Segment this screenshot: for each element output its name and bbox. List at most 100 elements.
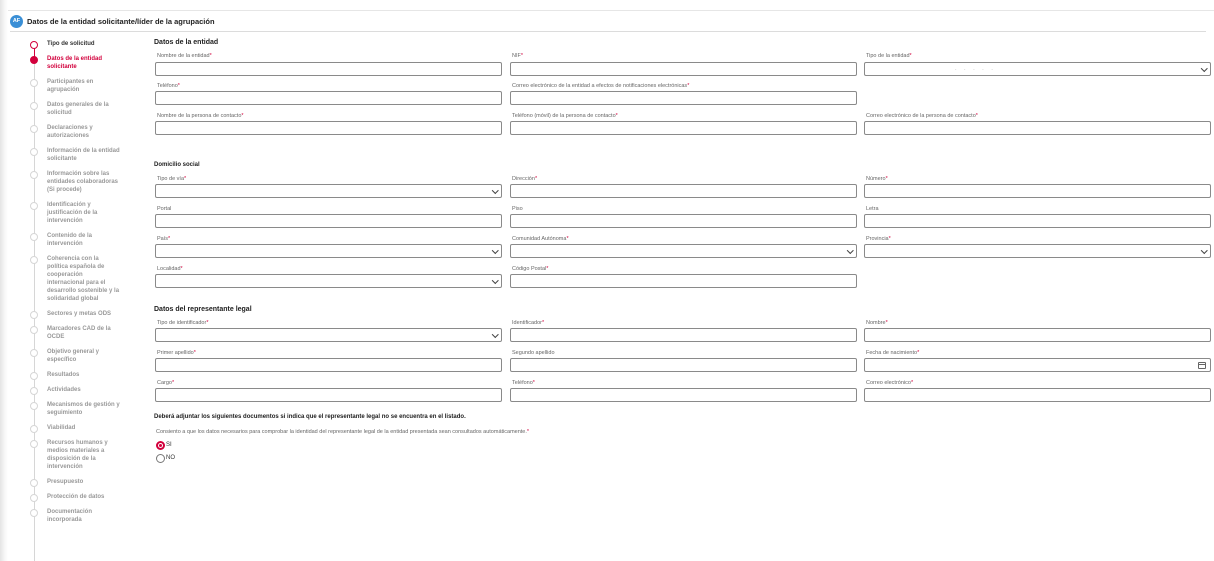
step-dot-icon: [30, 326, 38, 334]
step-dot-icon: [30, 233, 38, 241]
portal-input[interactable]: [155, 214, 502, 228]
numero-label: Número*: [866, 176, 888, 182]
stepper: Tipo de solicitud Datos de la entidad sol…: [30, 40, 120, 531]
nombre-entidad-input[interactable]: [155, 62, 502, 76]
step-dot-icon: [30, 41, 38, 49]
telefono-contacto-label: Teléfono (móvil) de la persona de contac…: [512, 113, 618, 119]
direccion-label: Dirección*: [512, 176, 538, 182]
step-item[interactable]: Presupuesto: [30, 478, 120, 487]
step-dot-icon: [30, 125, 38, 133]
step-label: Documentación incorporada: [47, 509, 93, 523]
consent-radio-no[interactable]: [156, 454, 165, 463]
tipo-identificador-select[interactable]: [155, 328, 502, 342]
identificador-input[interactable]: [510, 328, 857, 342]
step-item[interactable]: Identificación y justificación de la int…: [30, 201, 120, 225]
step-label: Objetivo general y específico: [47, 349, 100, 363]
telefono-label: Teléfono*: [157, 83, 180, 89]
nombre-input[interactable]: [864, 328, 1211, 342]
step-item[interactable]: Actividades: [30, 386, 120, 395]
step-dot-icon: [30, 402, 38, 410]
representante-section-title: Datos del representante legal: [154, 306, 252, 313]
nif-input[interactable]: [510, 62, 857, 76]
consent-text: Consiento a que los datos necesarios par…: [156, 429, 530, 435]
step-item[interactable]: Datos generales de la solicitud: [30, 101, 120, 117]
fecha-nacimiento-label: Fecha de nacimiento*: [866, 350, 920, 356]
codigo-postal-label: Código Postal*: [512, 266, 549, 272]
correo-contacto-input[interactable]: [864, 121, 1211, 135]
step-dot-icon: [30, 202, 38, 210]
step-item[interactable]: Información de la entidad solicitante: [30, 147, 120, 163]
step-item[interactable]: Resultados: [30, 371, 120, 380]
correo-representante-label: Correo electrónico*: [866, 380, 914, 386]
consent-radio-si[interactable]: [156, 441, 165, 450]
persona-contacto-label: Nombre de la persona de contacto*: [157, 113, 244, 119]
direccion-input[interactable]: [510, 184, 857, 198]
segundo-apellido-input[interactable]: [510, 358, 857, 372]
step-dot-icon: [30, 479, 38, 487]
step-item[interactable]: Tipo de solicitud: [30, 40, 120, 49]
telefono-representante-label: Teléfono*: [512, 380, 535, 386]
calendar-icon[interactable]: [1198, 362, 1206, 369]
left-shadow: [0, 0, 8, 561]
step-item[interactable]: Sectores y metas ODS: [30, 310, 120, 319]
step-item[interactable]: Recursos humanos y medios materiales a d…: [30, 439, 120, 471]
step-dot-icon: [30, 349, 38, 357]
comunidad-select[interactable]: [510, 244, 857, 258]
cargo-label: Cargo*: [157, 380, 175, 386]
letra-input[interactable]: [864, 214, 1211, 228]
step-dot-icon: [30, 79, 38, 87]
step-label: Sectores y metas ODS: [47, 311, 112, 317]
step-dot-icon: [30, 425, 38, 433]
segundo-apellido-label: Segundo apellido: [512, 350, 555, 356]
step-item[interactable]: Datos de la entidad solicitante: [30, 55, 120, 71]
section-badge: AF: [10, 14, 23, 28]
step-label: Recursos humanos y medios materiales a d…: [47, 440, 108, 470]
step-dot-icon: [30, 387, 38, 395]
step-item[interactable]: Viabilidad: [30, 424, 120, 433]
persona-contacto-input[interactable]: [155, 121, 502, 135]
localidad-select[interactable]: [155, 274, 502, 288]
correo-notificaciones-input[interactable]: [510, 91, 857, 105]
step-dot-icon: [30, 56, 38, 64]
step-label: Identificación y justificación de la int…: [47, 202, 98, 224]
step-dot-icon: [30, 494, 38, 502]
step-item[interactable]: Participantes en agrupación: [30, 78, 120, 94]
pais-label: País*: [157, 236, 171, 242]
correo-contacto-label: Correo electrónico de la persona de cont…: [866, 113, 978, 119]
provincia-select[interactable]: [864, 244, 1211, 258]
correo-representante-input[interactable]: [864, 388, 1211, 402]
step-item[interactable]: Objetivo general y específico: [30, 348, 120, 364]
step-label: Declaraciones y autorizaciones: [47, 125, 93, 139]
step-dot-icon: [30, 372, 38, 380]
step-item[interactable]: Coherencia con la política española de c…: [30, 255, 120, 303]
documents-note: Deberá adjuntar los siguientes documento…: [154, 414, 466, 420]
telefono-representante-input[interactable]: [510, 388, 857, 402]
step-item[interactable]: Marcadores CAD de la OCDE: [30, 325, 120, 341]
numero-input[interactable]: [864, 184, 1211, 198]
piso-input[interactable]: [510, 214, 857, 228]
step-item[interactable]: Información sobre las entidades colabora…: [30, 170, 120, 194]
correo-notificaciones-label: Correo electrónico de la entidad a efect…: [512, 83, 690, 89]
step-item[interactable]: Protección de datos: [30, 493, 120, 502]
fecha-nacimiento-input[interactable]: [864, 358, 1211, 372]
tipo-entidad-select[interactable]: · · · · ·: [864, 62, 1211, 76]
step-item[interactable]: Declaraciones y autorizaciones: [30, 124, 120, 140]
primer-apellido-input[interactable]: [155, 358, 502, 372]
step-dot-icon: [30, 171, 38, 179]
step-item[interactable]: Mecanismos de gestión y seguimiento: [30, 401, 120, 417]
pais-select[interactable]: [155, 244, 502, 258]
tipo-identificador-label: Tipo de identificador*: [157, 320, 209, 326]
step-item[interactable]: Contenido de la intervención: [30, 232, 120, 248]
tipo-via-select[interactable]: [155, 184, 502, 198]
localidad-label: Localidad*: [157, 266, 183, 272]
identificador-label: Identificador*: [512, 320, 545, 326]
nif-label: NIF*: [512, 53, 524, 59]
cargo-input[interactable]: [155, 388, 502, 402]
telefono-contacto-input[interactable]: [510, 121, 857, 135]
telefono-input[interactable]: [155, 91, 502, 105]
step-dot-icon: [30, 311, 38, 319]
step-label: Marcadores CAD de la OCDE: [47, 326, 111, 340]
codigo-postal-input[interactable]: [510, 274, 857, 288]
step-label: Tipo de solicitud: [47, 41, 95, 47]
step-item[interactable]: Documentación incorporada: [30, 508, 120, 524]
